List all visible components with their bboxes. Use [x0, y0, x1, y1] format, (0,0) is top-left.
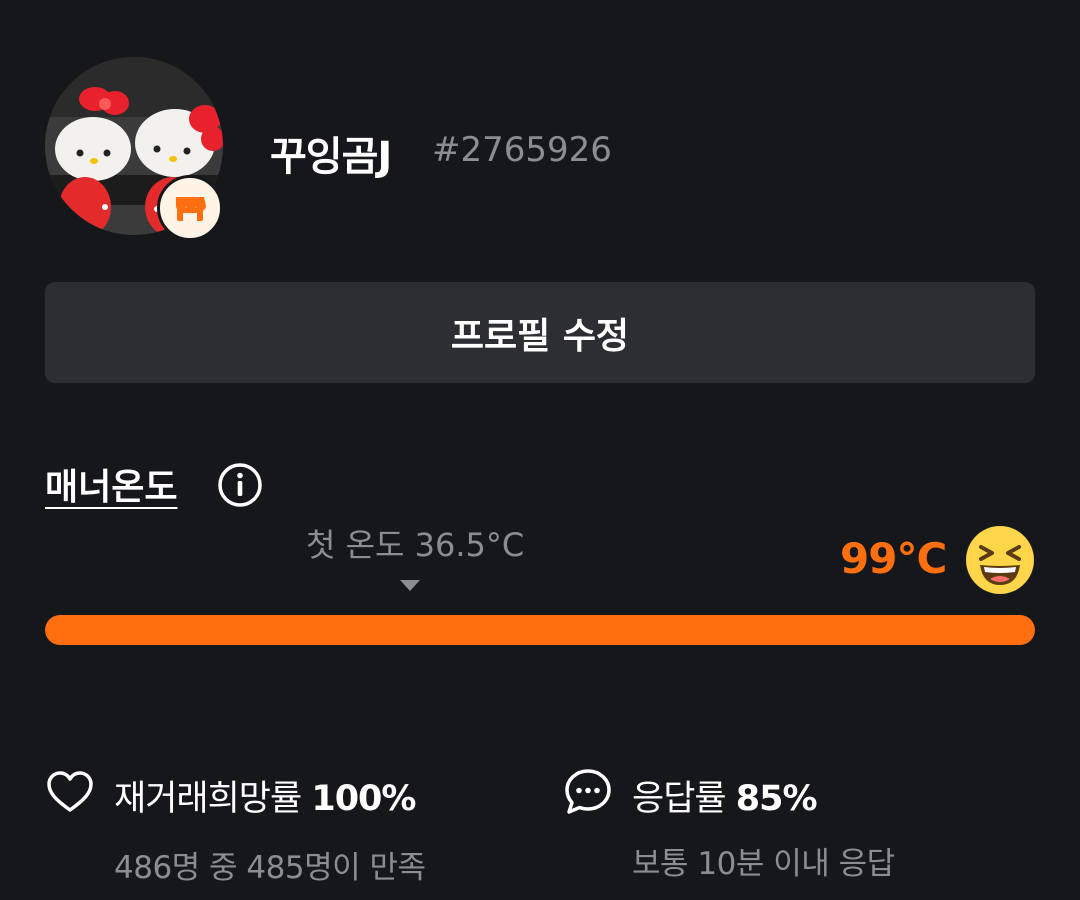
rebuy-rate-label: 재거래희망률 — [114, 779, 302, 819]
laughing-face-icon — [966, 526, 1034, 594]
response-rate-label: 응답률 — [632, 779, 727, 819]
first-temperature-label: 첫 온도 36.5°C — [306, 526, 525, 564]
user-id: #2765926 — [432, 130, 612, 170]
nickname: 꾸잉곰J — [270, 134, 392, 180]
response-rate: 응답률 85% — [632, 770, 818, 821]
rebuy-rate-value: 100% — [311, 779, 416, 819]
current-temperature: 99°C — [840, 534, 947, 583]
heart-icon — [47, 771, 93, 812]
info-icon[interactable] — [216, 461, 264, 509]
store-icon — [176, 197, 206, 221]
rebuy-rate: 재거래희망률 100% — [114, 770, 416, 821]
temperature-bar — [45, 615, 1035, 645]
response-rate-detail: 보통 10분 이내 응답 — [632, 846, 895, 882]
rebuy-rate-detail: 486명 중 485명이 만족 — [114, 850, 426, 886]
first-temperature-marker — [400, 580, 420, 591]
store-badge — [157, 175, 223, 241]
profile-avatar-area[interactable] — [45, 57, 227, 241]
temperature-bar-fill — [45, 615, 1035, 645]
edit-profile-button[interactable]: 프로필 수정 — [45, 282, 1035, 383]
chat-bubble-icon — [565, 769, 611, 814]
response-rate-value: 85% — [735, 779, 818, 819]
manner-temperature-title[interactable]: 매너온도 — [45, 458, 177, 510]
